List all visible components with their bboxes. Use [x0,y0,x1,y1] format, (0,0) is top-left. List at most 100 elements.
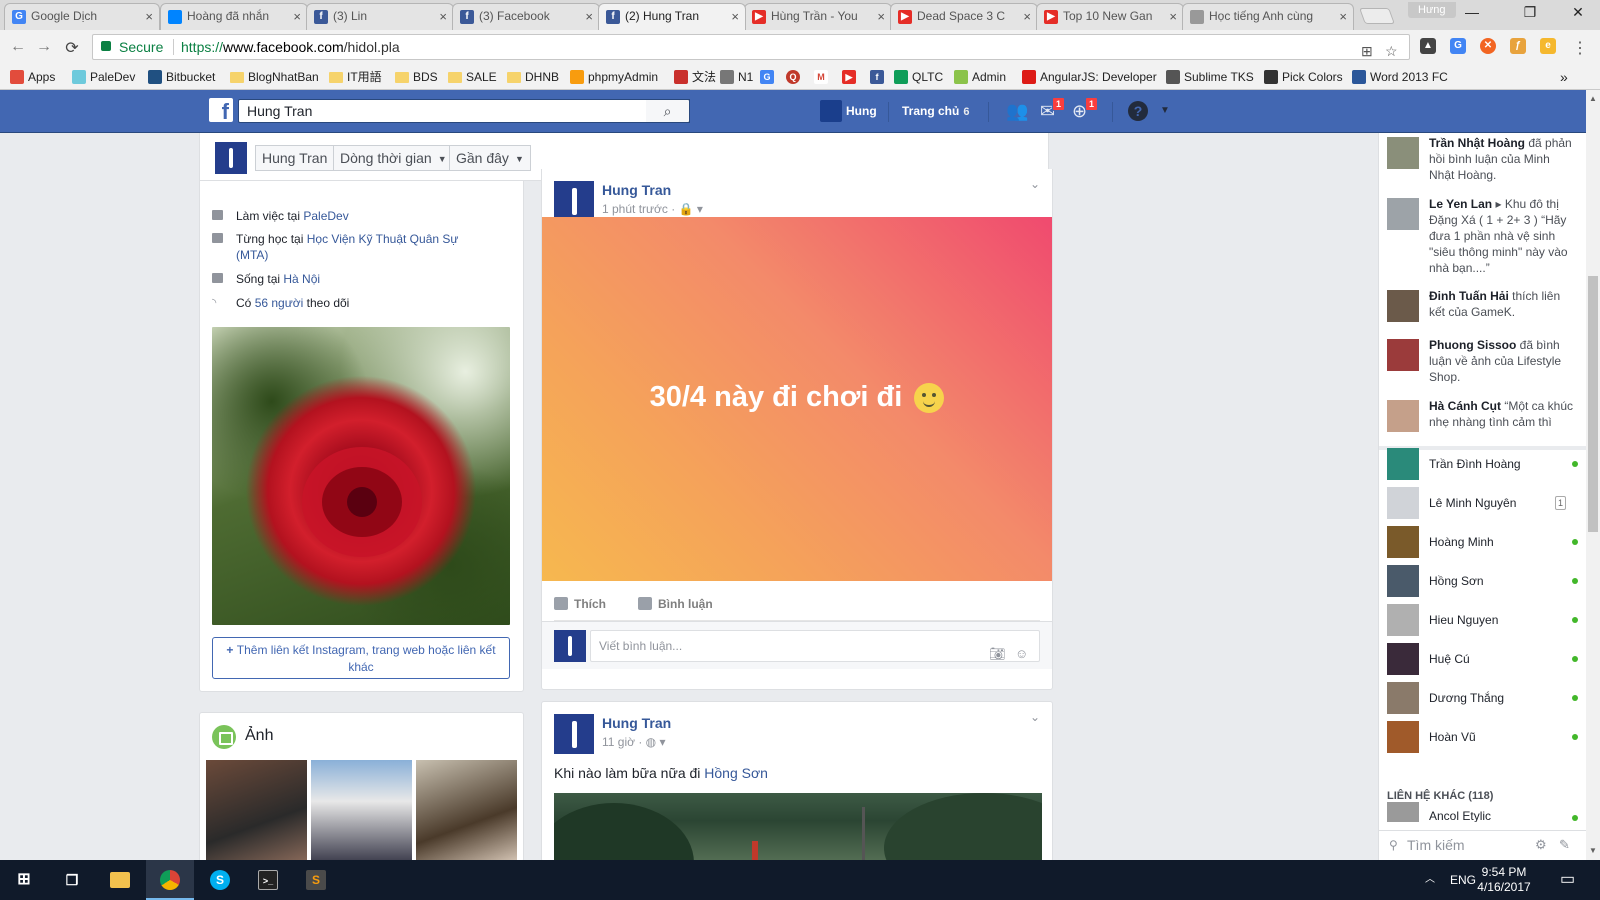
bookmark-youtube[interactable]: ▶ [842,67,856,87]
ticker-story[interactable]: Le Yen Lan ▸ Khu đô thị Đặng Xá ( 1 + 2+… [1387,196,1577,276]
facebook-search-input[interactable]: Hung Tran [238,99,690,123]
chat-contact[interactable]: Lê Minh Nguyên 1 [1387,487,1582,519]
live-link[interactable]: Hà Nội [283,272,320,286]
timeline-dropdown[interactable]: Dòng thời gian ▼ [333,145,454,171]
study-link-suffix[interactable]: (MTA) [236,248,268,262]
post-author[interactable]: Hung Tran [602,182,671,198]
chat-contact[interactable]: Trần Đình Hoàng [1387,448,1582,480]
maximize-icon[interactable]: ❐ [1520,4,1540,21]
facebook-logo-icon[interactable]: f [209,98,233,122]
reload-icon[interactable]: ⟳ [62,38,82,58]
chat-contact[interactable]: Hồng Sơn [1387,565,1582,597]
bookmark-item[interactable]: BlogNhatBan [228,67,319,87]
profile-name-button[interactable]: Hung Tran [255,145,335,171]
featured-photo-rose[interactable] [212,327,510,625]
close-tab-icon[interactable]: × [877,4,885,29]
add-links-button[interactable]: + Thêm liên kết Instagram, trang web hoặ… [212,637,510,679]
scrollbar-thumb[interactable] [1588,276,1598,532]
friend-requests-icon[interactable]: 👥 [1006,101,1028,122]
close-tab-icon[interactable]: × [293,4,301,29]
taskbar-skype[interactable]: S [196,860,244,900]
post-author[interactable]: Hung Tran [602,715,671,731]
address-bar[interactable]: Secure https://www.facebook.com/hidol.pl… [92,34,1410,60]
system-clock[interactable]: 9:54 PM 4/16/2017 [1462,865,1546,895]
task-view-button[interactable]: ❐ [48,860,96,900]
ticker-story[interactable]: Phuong Sissoo đã bình luận về ảnh của Li… [1387,337,1577,385]
close-tab-icon[interactable]: × [1023,4,1031,29]
action-center-icon[interactable]: ▭ [1560,860,1575,900]
chat-search-input[interactable]: ⚲ Tìm kiếm ⚙ ✎ [1379,830,1587,860]
avatar[interactable] [554,181,594,221]
tagged-friend-link[interactable]: Hồng Sơn [704,765,768,781]
post-timestamp[interactable]: 11 giờ [602,735,635,749]
close-tab-icon[interactable]: × [585,4,593,29]
back-icon[interactable]: ← [8,38,28,56]
comment-input[interactable]: Viết bình luận... 📷︎ ☺ [590,630,1040,662]
bookmark-item[interactable]: DHNB [505,67,559,87]
browser-tab[interactable]: ▶ Top 10 New Gan × [1036,3,1184,30]
chat-contact[interactable]: Hoàn Vũ [1387,721,1582,753]
post-timestamp[interactable]: 1 phút trước [602,202,668,216]
emoji-icon[interactable]: ☺ [1015,639,1028,669]
recent-dropdown[interactable]: Gần đây ▼ [449,145,531,171]
more-bookmarks-icon[interactable]: » [1560,67,1568,87]
chrome-profile-pill[interactable]: Hưng [1408,2,1456,18]
photo-thumbnail[interactable] [416,760,517,863]
bookmark-item[interactable]: Word 2013 FC [1350,67,1448,87]
extension-tool-icon[interactable]: ƒ [1510,38,1526,54]
bookmark-item[interactable]: QLTC [892,67,943,87]
photo-thumbnail[interactable] [206,760,307,863]
compose-icon[interactable]: ✎ [1559,831,1570,859]
photos-title[interactable]: Ảnh [245,727,273,745]
avatar[interactable] [215,142,247,174]
taskbar-chrome[interactable] [146,860,194,900]
forward-icon[interactable]: → [34,38,54,56]
privacy-caret-icon[interactable]: ▾ [697,202,703,216]
close-tab-icon[interactable]: × [1339,4,1347,29]
bookmark-item[interactable]: AngularJS: Developer [1020,67,1157,87]
chat-contact[interactable]: Ancol Etylic [1387,802,1582,822]
search-icon[interactable]: ⌕ [646,99,690,123]
bookmark-item[interactable]: BDS [393,67,438,87]
avatar[interactable] [554,714,594,754]
taskbar-terminal[interactable]: >_ [244,860,292,900]
account-menu-caret-icon[interactable]: ▼ [1160,105,1170,116]
chat-contact[interactable]: Hoàng Minh [1387,526,1582,558]
ticker-story[interactable]: Trần Nhật Hoàng đã phản hồi bình luận củ… [1387,135,1577,183]
privacy-caret-icon[interactable]: ▾ [660,735,666,749]
bookmark-star-icon[interactable]: ☆ [1385,39,1398,63]
browser-tab[interactable]: f (2) Hung Tran × [598,3,746,30]
profile-shortcut[interactable]: Hung [820,100,877,122]
browser-tab[interactable]: f (3) Facebook × [452,3,600,30]
taskbar-sublime[interactable]: S [292,860,340,900]
bookmark-search[interactable]: Q [786,67,800,87]
help-icon[interactable]: ? [1128,101,1148,121]
browser-tab[interactable]: G Google Dịch × [4,3,160,30]
bookmark-item[interactable]: N1 [718,67,753,87]
gear-icon[interactable]: ⚙ [1535,831,1547,859]
browser-tab[interactable]: ▶ Hùng Trần - You × [744,3,892,30]
bookmark-item[interactable]: Bitbucket [146,67,215,87]
bookmark-gmail[interactable]: M [814,67,828,87]
scroll-up-icon[interactable]: ▲ [1589,94,1597,103]
photo-thumbnail[interactable] [311,760,412,863]
bookmark-item[interactable]: Apps [8,67,55,87]
close-tab-icon[interactable]: × [439,4,447,29]
bookmark-item[interactable]: Sublime TKS [1164,67,1254,87]
extension-orange-icon[interactable]: ✕ [1480,38,1496,54]
bookmark-facebook[interactable]: f [870,67,884,87]
taskbar-file-explorer[interactable] [96,860,144,900]
minimize-icon[interactable]: — [1462,4,1482,20]
bookmark-translate[interactable]: G [760,67,774,87]
google-translate-ext-icon[interactable]: G [1450,38,1466,54]
bookmark-item[interactable]: Pick Colors [1262,67,1343,87]
post-options-chevron-icon[interactable]: ⌄ [1030,177,1040,191]
comment-button[interactable]: Bình luận [638,597,713,611]
close-tab-icon[interactable]: × [145,4,153,29]
close-window-icon[interactable]: ✕ [1568,4,1588,21]
study-link[interactable]: Học Viện Kỹ Thuật Quân Sự [307,232,459,246]
tray-expand-icon[interactable]: ︿ [1425,860,1435,900]
new-tab-button[interactable] [1359,8,1395,24]
chrome-menu-icon[interactable]: ⋮ [1570,38,1590,58]
scroll-down-icon[interactable]: ▼ [1589,846,1597,855]
